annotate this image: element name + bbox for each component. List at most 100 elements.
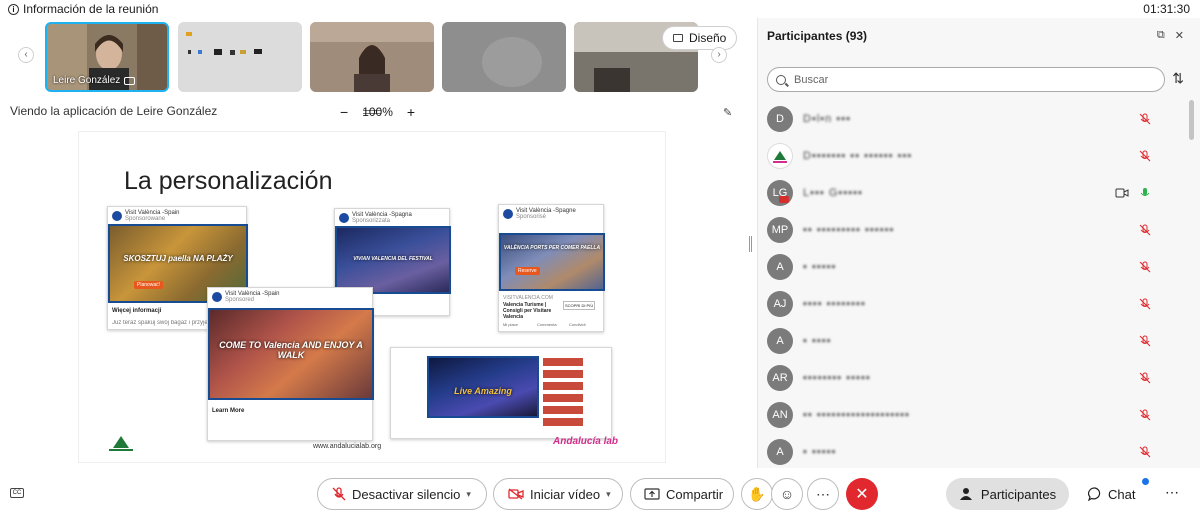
smiley-icon: ☺: [779, 486, 795, 502]
junta-andalucia-logo: [109, 436, 133, 451]
sharing-icon: [124, 76, 136, 85]
zoom-out-button[interactable]: −: [340, 104, 348, 120]
chevron-down-icon[interactable]: ▾: [466, 489, 479, 500]
participant-name: L▪▪▪ G▪▪▪▪▪: [803, 186, 863, 199]
muted-mic-icon[interactable]: [1139, 150, 1151, 162]
participant-row[interactable]: AR ▪▪▪▪▪▪▪▪ ▪▪▪▪▪: [758, 359, 1188, 396]
participant-row[interactable]: D▪▪▪▪▪▪▪ ▪▪ ▪▪▪▪▪▪ ▪▪▪: [758, 137, 1188, 174]
avatar: A: [767, 253, 793, 280]
video-tile-2[interactable]: [178, 22, 302, 92]
leave-meeting-button[interactable]: ✕: [846, 478, 878, 510]
participants-button[interactable]: Participantes: [946, 478, 1069, 510]
panel-resize-handle[interactable]: [749, 236, 752, 252]
viewing-share-label: Viendo la aplicación de Leire González: [10, 104, 218, 118]
meeting-info-button[interactable]: i Información de la reunión: [8, 2, 158, 16]
muted-mic-icon[interactable]: [1139, 372, 1151, 384]
participant-name: ▪▪ ▪▪▪▪▪▪▪▪▪ ▪▪▪▪▪▪: [803, 223, 895, 236]
active-mic-icon[interactable]: [1139, 187, 1151, 199]
vlc-logo-icon: [503, 209, 513, 219]
search-icon: [776, 74, 786, 85]
zoom-level[interactable]: 100%: [362, 105, 393, 119]
vlc-logo-icon: [212, 292, 222, 302]
participant-row[interactable]: LG L▪▪▪ G▪▪▪▪▪: [758, 174, 1188, 211]
participant-row[interactable]: A ▪ ▪▪▪▪: [758, 322, 1188, 359]
muted-mic-icon[interactable]: [1139, 446, 1151, 458]
ad-image: COME TO Valencia AND ENJOY A WALK: [208, 308, 374, 400]
participant-row[interactable]: A ▪ ▪▪▪▪▪: [758, 433, 1188, 468]
participant-list-scrollbar[interactable]: [1189, 100, 1194, 140]
raise-hand-button[interactable]: ✋: [741, 478, 773, 510]
annotate-icon[interactable]: ✎: [723, 106, 732, 119]
share-button[interactable]: Compartir: [630, 478, 734, 510]
participant-row[interactable]: MP ▪▪ ▪▪▪▪▪▪▪▪▪ ▪▪▪▪▪▪: [758, 211, 1188, 248]
muted-mic-icon[interactable]: [1139, 335, 1151, 347]
unmute-button[interactable]: Desactivar silencio ▾: [317, 478, 487, 510]
meeting-info-label: Información de la reunión: [23, 2, 159, 16]
close-icon[interactable]: ✕: [1175, 29, 1184, 42]
slide-footer-url: www.andalucialab.org: [313, 443, 382, 450]
ad-image: VALÈNCIA PORTS PER COMER PAELLA Reserve: [499, 233, 605, 291]
participant-name: D▪▪▪▪▪▪▪ ▪▪ ▪▪▪▪▪▪ ▪▪▪: [803, 149, 913, 162]
tile-name-label: Leire González: [53, 75, 136, 86]
ad-thumbnails: [543, 358, 583, 428]
participants-icon: [959, 488, 972, 500]
avatar: MP: [767, 216, 793, 243]
avatar: A: [767, 438, 793, 465]
video-tile-4[interactable]: [442, 22, 566, 92]
muted-mic-icon[interactable]: [1139, 298, 1151, 310]
ad-card-english: Visit València -Spain Sponsored COME TO …: [207, 287, 374, 441]
chat-button[interactable]: Chat: [1088, 478, 1135, 510]
sort-icon[interactable]: ⇅: [1172, 70, 1184, 87]
top-bar: i Información de la reunión 01:31:30: [0, 0, 1200, 18]
layout-icon: [673, 34, 683, 42]
closed-captions-icon[interactable]: CC: [10, 488, 24, 498]
muted-mic-icon[interactable]: [1139, 409, 1151, 421]
participant-name: ▪▪ ▪▪▪▪▪▪▪▪▪▪▪▪▪▪▪▪▪▪▪: [803, 408, 910, 421]
muted-mic-icon[interactable]: [1139, 224, 1151, 236]
participant-row[interactable]: D D▪l▪n ▪▪▪: [758, 100, 1188, 137]
video-on-icon[interactable]: [1115, 188, 1129, 198]
presenter-badge-icon: [779, 196, 789, 203]
popout-icon[interactable]: ⧉: [1157, 29, 1165, 42]
participant-row[interactable]: AJ ▪▪▪▪ ▪▪▪▪▪▪▪▪: [758, 285, 1188, 322]
strip-next-button[interactable]: ›: [711, 47, 727, 63]
participant-name: ▪▪▪▪▪▪▪▪ ▪▪▪▪▪: [803, 371, 871, 384]
ad-sponsored: Sponsored: [225, 297, 255, 303]
zoom-in-button[interactable]: +: [407, 104, 415, 120]
video-off-icon: [508, 488, 524, 500]
participant-name: ▪ ▪▪▪▪▪: [803, 445, 837, 458]
video-tile-3[interactable]: [310, 22, 434, 92]
slide-title: La personalización: [124, 167, 333, 195]
more-icon[interactable]: ⋯: [1165, 484, 1180, 501]
hand-icon: ✋: [748, 485, 766, 502]
muted-mic-icon[interactable]: [1139, 261, 1151, 273]
participant-name: ▪ ▪▪▪▪▪: [803, 260, 837, 273]
participant-name: ▪ ▪▪▪▪: [803, 334, 832, 347]
muted-mic-icon[interactable]: [1139, 113, 1151, 125]
ad-link-label: Więcej informacji: [112, 308, 162, 314]
participant-video: [310, 22, 434, 92]
participant-name: ▪▪▪▪ ▪▪▪▪▪▪▪▪: [803, 297, 866, 310]
reactions-button[interactable]: ☺: [771, 478, 803, 510]
participant-row[interactable]: AN ▪▪ ▪▪▪▪▪▪▪▪▪▪▪▪▪▪▪▪▪▪▪: [758, 396, 1188, 433]
chevron-down-icon[interactable]: ▾: [606, 489, 619, 500]
shared-content: La personalización Visit València -Spain…: [79, 132, 665, 462]
ad-sponsored: Sponsorizzata: [352, 218, 391, 224]
more-options-button[interactable]: ⋯: [807, 478, 839, 510]
participants-title: Participantes (93): [767, 29, 868, 43]
strip-prev-button[interactable]: ‹: [18, 47, 34, 63]
participant-name: D▪l▪n ▪▪▪: [803, 112, 852, 125]
avatar: AR: [767, 364, 793, 391]
search-input[interactable]: [794, 73, 1134, 86]
video-strip: ‹ Leire González Diseño ›: [0, 18, 755, 114]
avatar: A: [767, 327, 793, 354]
video-tile-leire[interactable]: Leire González: [45, 22, 169, 92]
ad-sponsored: Sponsorisé: [516, 214, 547, 220]
layout-button[interactable]: Diseño: [662, 26, 738, 50]
muted-mic-icon: [332, 487, 346, 501]
participant-row[interactable]: A ▪ ▪▪▪▪▪: [758, 248, 1188, 285]
avatar: D: [767, 105, 793, 132]
vlc-logo-icon: [339, 213, 349, 223]
start-video-button[interactable]: Iniciar vídeo ▾: [493, 478, 623, 510]
vlc-logo-icon: [112, 211, 122, 221]
